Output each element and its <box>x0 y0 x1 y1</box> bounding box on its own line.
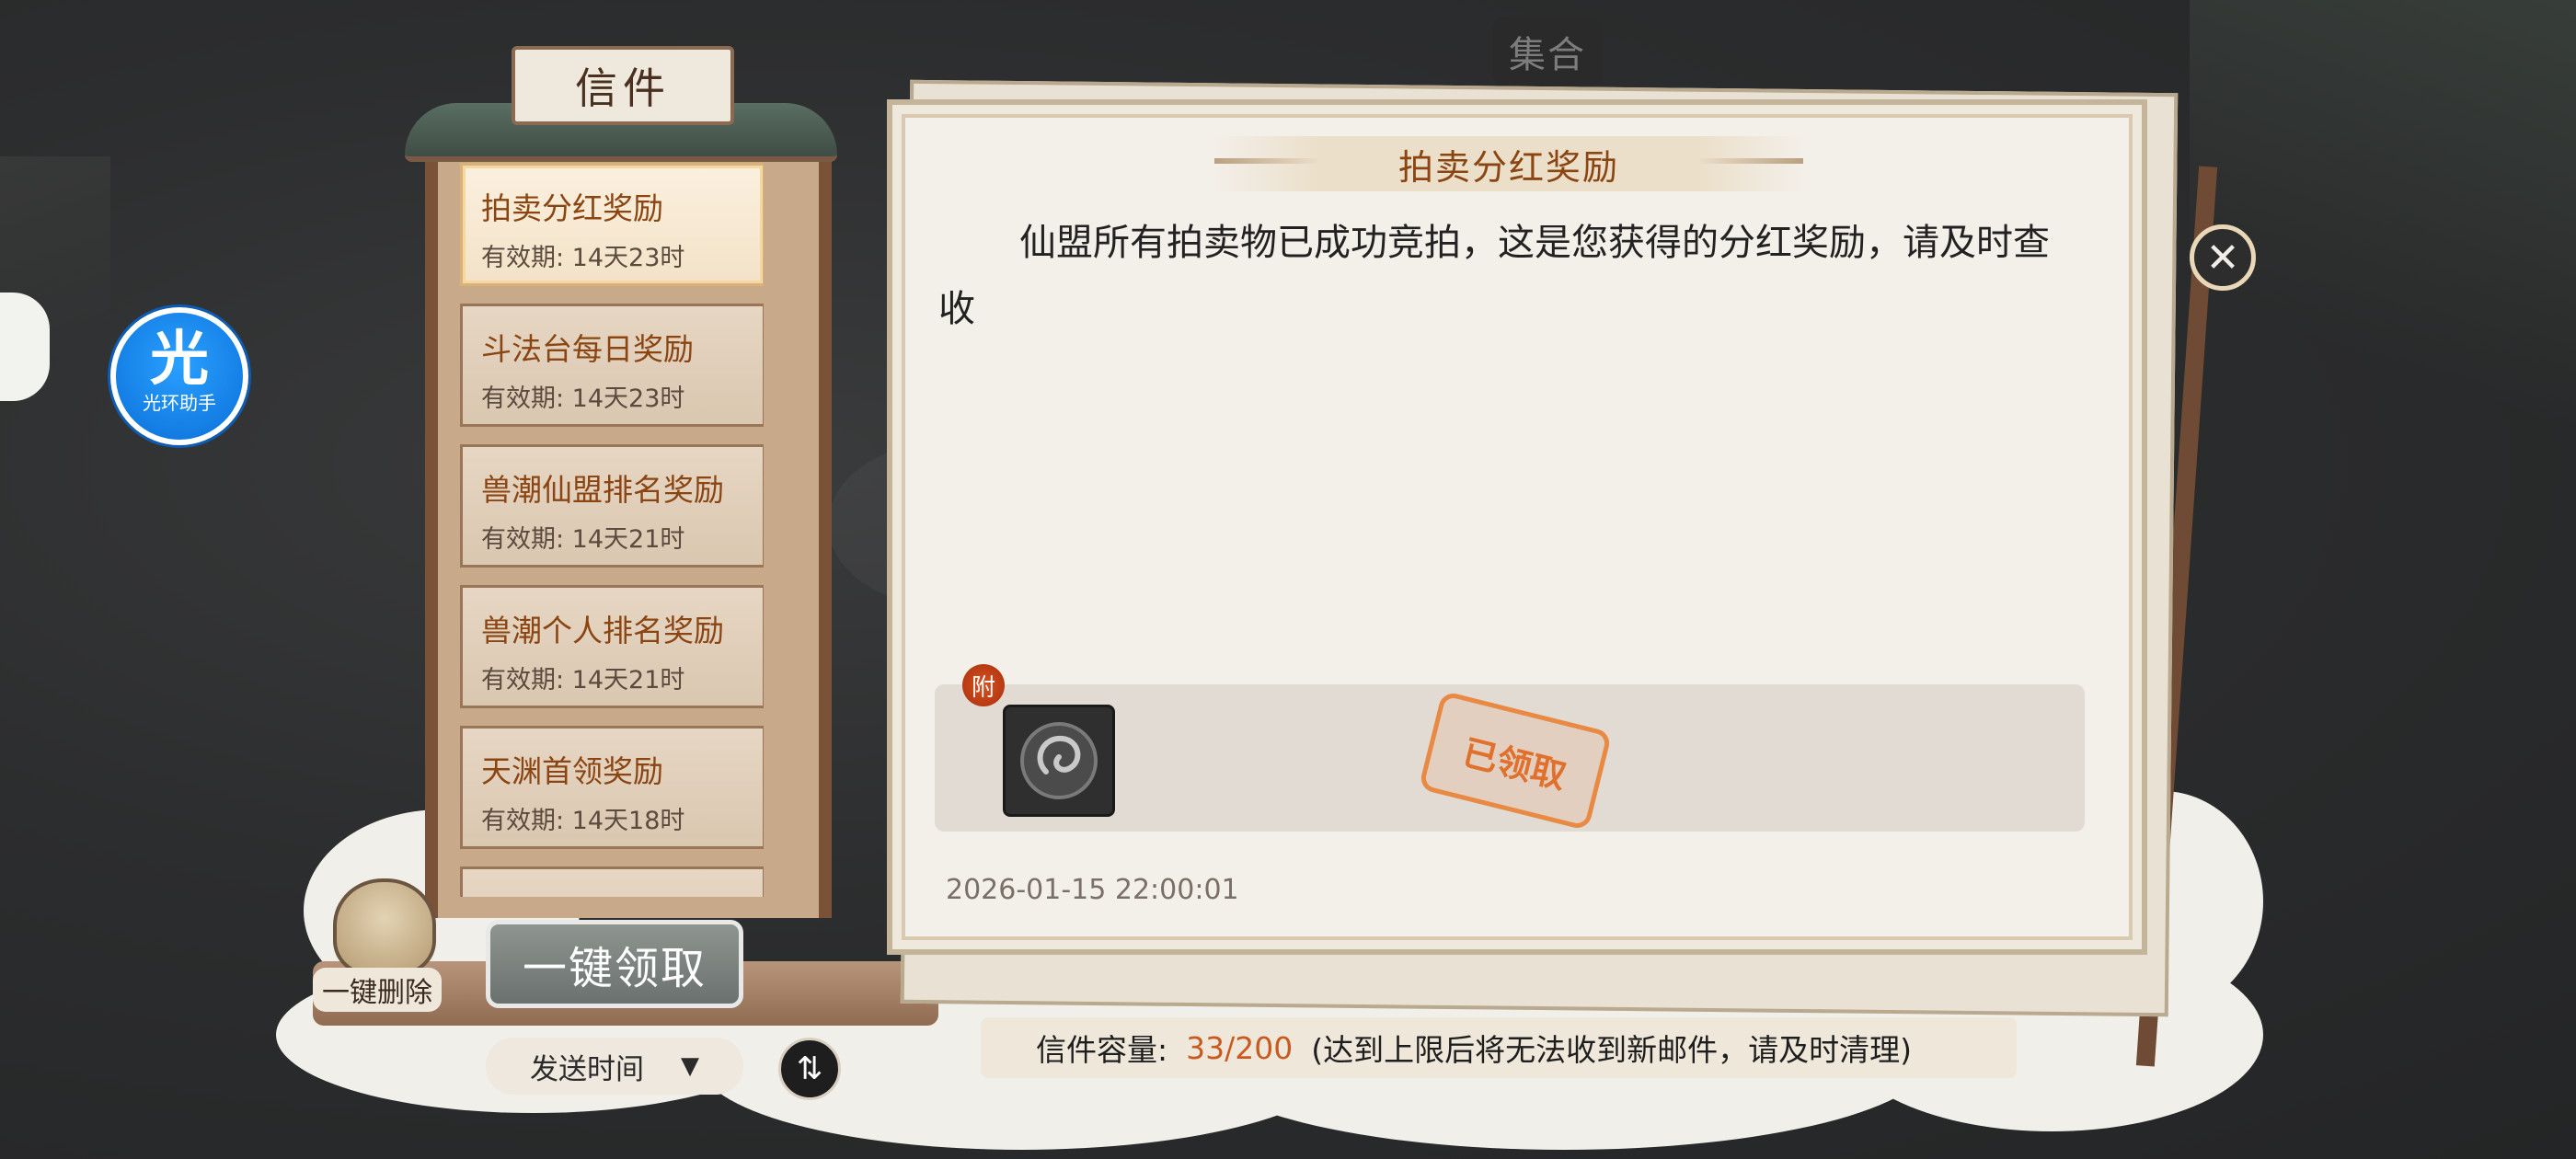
assistant-label: 光环助手 <box>143 392 216 414</box>
mail-list[interactable]: 拍卖分红奖励 有效期: 14天23时 斗法台每日奖励 有效期: 14天23时 兽… <box>451 161 764 897</box>
chevron-down-icon: ▼ <box>681 1052 699 1080</box>
delete-all-button[interactable]: 一键删除 <box>313 968 442 1012</box>
mail-capacity-bar: 信件容量: 33/200 (达到上限后将无法收到新邮件，请及时清理) <box>981 1017 2017 1078</box>
mail-item-title: 兽潮个人排名奖励 <box>481 613 724 648</box>
mail-item-expiry: 有效期: 14天21时 <box>481 666 685 694</box>
mail-list-item[interactable]: 兽潮仙盟排名奖励 有效期: 14天21时 <box>460 444 764 568</box>
mail-item-expiry: 有效期: 14天21时 <box>481 525 685 554</box>
letter-date: 2026-01-15 22:00:01 <box>946 874 1239 906</box>
claim-all-button[interactable]: 一键领取 <box>486 920 743 1008</box>
mail-item-title: 拍卖分红奖励 <box>481 190 663 226</box>
mail-item-title: 兽潮仙盟排名奖励 <box>481 472 724 508</box>
mail-list-item[interactable]: 斗法台每日奖励 有效期: 14天23时 <box>460 304 764 427</box>
side-character-avatar[interactable] <box>0 293 50 401</box>
mail-item-expiry: 有效期: 14天23时 <box>481 384 685 413</box>
sort-select[interactable]: 发送时间 ▼ <box>486 1038 743 1095</box>
capacity-note: (达到上限后将无法收到新邮件，请及时清理) <box>1311 1032 1912 1068</box>
mail-item-expiry: 有效期: 14天18时 <box>481 807 685 835</box>
mail-list-item-partial[interactable] <box>460 866 764 897</box>
letter-title: 拍卖分红奖励 <box>1397 146 1619 188</box>
attachment-badge: 附 <box>962 664 1005 706</box>
capacity-value: 33/200 <box>1186 1029 1294 1066</box>
assistant-floating-button[interactable]: 光 光环助手 <box>110 307 248 445</box>
mail-panel-title: 信件 <box>512 46 734 125</box>
trash-basket-icon[interactable] <box>333 878 436 976</box>
tab-collection[interactable]: 集合 <box>1492 17 1603 86</box>
sort-order-toggle-icon[interactable]: ⇅ <box>778 1038 841 1100</box>
mail-list-item[interactable]: 天渊首领奖励 有效期: 14天18时 <box>460 726 764 849</box>
capacity-label: 信件容量: <box>1036 1032 1168 1068</box>
sort-select-label: 发送时间 <box>530 1052 644 1086</box>
letter-body: 仙盟所有拍卖物已成功竞拍，这是您获得的分红奖励，请及时查收 <box>938 222 2050 330</box>
mail-item-expiry: 有效期: 14天23时 <box>481 244 685 272</box>
close-icon[interactable]: ✕ <box>2190 224 2256 291</box>
letter-title-ribbon: 拍卖分红奖励 <box>1214 136 1803 191</box>
mail-list-item[interactable]: 兽潮个人排名奖励 有效期: 14天21时 <box>460 585 764 708</box>
mail-item-title: 斗法台每日奖励 <box>481 331 694 367</box>
reward-item-icon[interactable] <box>1003 705 1115 817</box>
mail-list-item[interactable]: 拍卖分红奖励 有效期: 14天23时 <box>460 163 764 286</box>
mail-item-title: 天渊首领奖励 <box>481 753 663 789</box>
swirl-token-icon <box>1020 722 1098 799</box>
